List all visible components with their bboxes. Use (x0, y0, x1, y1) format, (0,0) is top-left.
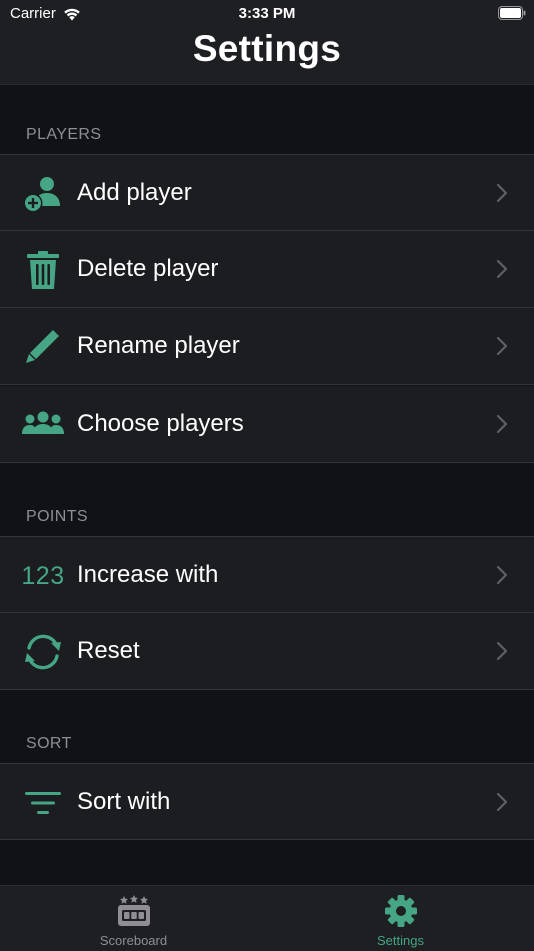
row-rename-player[interactable]: Rename player (0, 308, 534, 385)
row-label-delete-player: Delete player (77, 255, 219, 282)
row-increase-with[interactable]: 123 Increase with (0, 536, 534, 613)
row-label-choose-players: Choose players (77, 410, 244, 437)
chevron-right-icon (496, 336, 508, 356)
section-header-sort: SORT (26, 735, 72, 752)
section-header-points: POINTS (26, 508, 88, 525)
chevron-right-icon (496, 414, 508, 434)
row-choose-players[interactable]: Choose players (0, 386, 534, 463)
row-label-add-player: Add player (77, 179, 192, 206)
row-label-rename-player: Rename player (77, 332, 240, 359)
pencil-icon (22, 327, 64, 367)
row-add-player[interactable]: Add player (0, 154, 534, 231)
tab-bar: Scoreboard Settings (0, 885, 534, 951)
row-sort-with[interactable]: Sort with (0, 763, 534, 840)
row-label-increase-with: Increase with (77, 561, 219, 588)
chevron-right-icon (496, 641, 508, 661)
row-label-sort-with: Sort with (77, 788, 171, 815)
trash-icon (22, 250, 64, 290)
row-reset[interactable]: Reset (0, 613, 534, 690)
scoreboard-icon (0, 895, 267, 927)
chevron-right-icon (496, 565, 508, 585)
filter-lines-icon (22, 783, 64, 823)
page-title: Settings (192, 28, 342, 69)
add-person-icon (22, 174, 64, 214)
chevron-right-icon (496, 259, 508, 279)
numbers-icon-text: 123 (21, 561, 65, 590)
tab-label-settings: Settings (377, 933, 424, 948)
row-label-reset: Reset (77, 637, 140, 664)
numbers-icon: 123 (21, 556, 65, 596)
section-header-players: PLAYERS (26, 126, 102, 143)
chevron-right-icon (496, 183, 508, 203)
tab-settings[interactable]: Settings (267, 886, 534, 951)
tab-label-scoreboard: Scoreboard (99, 933, 168, 948)
status-bar: Carrier 3:33 PM (0, 0, 534, 28)
chevron-right-icon (496, 792, 508, 812)
row-delete-player[interactable]: Delete player (0, 231, 534, 308)
nav-header: Settings (0, 28, 534, 85)
status-time: 3:33 PM (238, 5, 296, 22)
group-icon (22, 405, 64, 445)
battery-icon (498, 6, 526, 20)
refresh-icon (22, 632, 64, 672)
tab-scoreboard[interactable]: Scoreboard (0, 886, 267, 951)
gear-icon (267, 895, 534, 927)
